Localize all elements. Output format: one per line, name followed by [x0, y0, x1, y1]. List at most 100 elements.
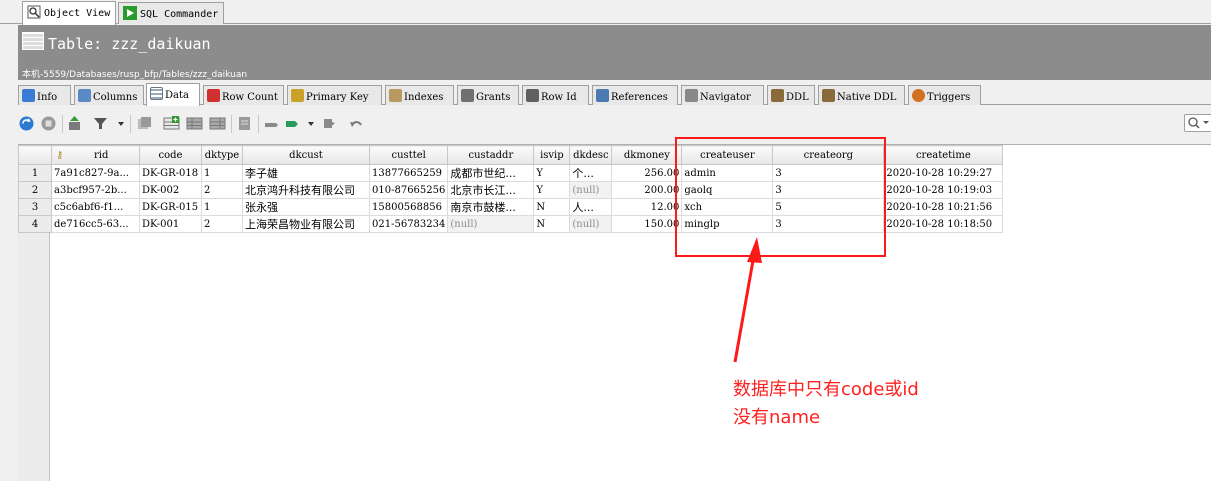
tab-info[interactable]: Info — [18, 85, 71, 105]
cell-isvip[interactable]: Y — [533, 164, 571, 182]
cell-dkdesc[interactable]: 个... — [569, 164, 613, 182]
cell-code[interactable]: DK-002 — [139, 181, 202, 199]
cell-isvip[interactable]: N — [533, 198, 571, 216]
cell-createtime[interactable]: 2020-10-28 10:18:50 — [883, 215, 1004, 233]
cell-custtel[interactable]: 010-87665256 — [368, 181, 449, 199]
corner-header[interactable] — [18, 145, 52, 165]
column-header-code[interactable]: code — [139, 145, 202, 165]
cell-createtime[interactable]: 2020-10-28 10:21:56 — [883, 198, 1004, 216]
cell-dkcust[interactable]: 上海荣昌物业有限公司 — [242, 215, 370, 233]
cell-dktype[interactable]: 2 — [201, 215, 243, 233]
tab-triggers[interactable]: Triggers — [908, 85, 981, 105]
column-header-custaddr[interactable]: custaddr — [447, 145, 535, 165]
table-row[interactable]: 2 a3bcf957-2b... DK-002 2 北京鸿升科技有限公司 010… — [18, 181, 1004, 199]
cell-dkmoney[interactable]: 200.00 — [611, 181, 683, 199]
cell-dkcust[interactable]: 北京鸿升科技有限公司 — [242, 181, 370, 199]
delete-icon[interactable] — [320, 115, 337, 132]
tab-object-view[interactable]: Object View — [22, 1, 117, 25]
column-header-dkdesc[interactable]: dkdesc — [569, 145, 613, 165]
cell-createuser[interactable]: gaolq — [681, 181, 774, 199]
grid-icon[interactable] — [186, 115, 203, 132]
column-header-dkmoney[interactable]: dkmoney — [611, 145, 683, 165]
tab-indexes[interactable]: Indexes — [385, 85, 454, 105]
tab-sql-commander[interactable]: SQL Commander — [118, 2, 225, 24]
cell-createorg[interactable]: 3 — [772, 215, 885, 233]
cell-code[interactable]: DK-GR-015 — [139, 198, 202, 216]
cell-custaddr[interactable]: (null) — [447, 215, 535, 233]
cell-createorg[interactable]: 3 — [772, 164, 885, 182]
pen-icon[interactable] — [263, 115, 280, 132]
chevron-down-icon[interactable] — [307, 115, 315, 132]
cell-custtel[interactable]: 15800568856 — [368, 198, 449, 216]
add-row-icon[interactable] — [163, 115, 180, 132]
tab-native-ddl[interactable]: Native DDL — [818, 85, 905, 105]
cell-createorg[interactable]: 3 — [772, 181, 885, 199]
cell-createuser[interactable]: admin — [681, 164, 774, 182]
cell-rid[interactable]: de716cc5-63... — [51, 215, 140, 233]
cell-dktype[interactable]: 1 — [201, 164, 243, 182]
row-number[interactable]: 4 — [18, 215, 52, 233]
column-header-custtel[interactable]: custtel — [368, 145, 449, 165]
cell-rid[interactable]: 7a91c827-9a... — [51, 164, 140, 182]
cell-dkmoney[interactable]: 12.00 — [611, 198, 683, 216]
cell-custtel[interactable]: 13877665259 — [368, 164, 449, 182]
tab-primary-key[interactable]: Primary Key — [287, 85, 382, 105]
duplicate-row-icon[interactable] — [136, 115, 153, 132]
cell-custaddr[interactable]: 北京市长江... — [447, 181, 535, 199]
cell-dkcust[interactable]: 李子雄 — [242, 164, 370, 182]
cell-dkdesc[interactable]: (null) — [569, 215, 613, 233]
cell-isvip[interactable]: Y — [533, 181, 571, 199]
table-row[interactable]: 1 7a91c827-9a... DK-GR-018 1 李子雄 1387766… — [18, 164, 1004, 182]
cell-createtime[interactable]: 2020-10-28 10:19:03 — [883, 181, 1004, 199]
cell-createorg[interactable]: 5 — [772, 198, 885, 216]
form-view-icon[interactable] — [236, 115, 253, 132]
tab-navigator[interactable]: Navigator — [681, 85, 764, 105]
export-icon[interactable] — [66, 115, 83, 132]
cell-code[interactable]: DK-GR-018 — [139, 164, 202, 182]
cell-createtime[interactable]: 2020-10-28 10:29:27 — [883, 164, 1004, 182]
column-header-createorg[interactable]: createorg — [772, 145, 885, 165]
save-icon[interactable] — [284, 115, 301, 132]
column-header-rid[interactable]: ⚷ rid — [51, 145, 140, 165]
cell-dkcust[interactable]: 张永强 — [242, 198, 370, 216]
column-header-dktype[interactable]: dktype — [201, 145, 243, 165]
cell-createuser[interactable]: minglp — [681, 215, 774, 233]
cell-custaddr[interactable]: 南京市鼓楼... — [447, 198, 535, 216]
cell-rid[interactable]: a3bcf957-2b... — [51, 181, 140, 199]
search-input[interactable] — [1184, 114, 1211, 132]
cell-code[interactable]: DK-001 — [139, 215, 202, 233]
filter-icon[interactable] — [92, 115, 109, 132]
grid-icon[interactable] — [209, 115, 226, 132]
tab-row-id[interactable]: Row Id — [522, 85, 589, 105]
cell-isvip[interactable]: N — [533, 215, 571, 233]
row-number[interactable]: 2 — [18, 181, 52, 199]
cell-custaddr[interactable]: 成都市世纪... — [447, 164, 535, 182]
cell-createuser[interactable]: xch — [681, 198, 774, 216]
table-row[interactable]: 3 c5c6abf6-f1... DK-GR-015 1 张永强 1580056… — [18, 198, 1004, 216]
undo-icon[interactable] — [348, 115, 365, 132]
cell-custtel[interactable]: 021-56783234 — [368, 215, 449, 233]
row-number[interactable]: 1 — [18, 164, 52, 182]
cell-dkdesc[interactable]: (null) — [569, 181, 613, 199]
tab-ddl[interactable]: DDL — [767, 85, 815, 105]
table-row[interactable]: 4 de716cc5-63... DK-001 2 上海荣昌物业有限公司 021… — [18, 215, 1004, 233]
tab-data[interactable]: Data — [146, 83, 200, 106]
tab-columns[interactable]: Columns — [74, 85, 144, 105]
tab-grants[interactable]: Grants — [457, 85, 519, 105]
column-header-createuser[interactable]: createuser — [681, 145, 774, 165]
refresh-icon[interactable] — [18, 115, 35, 132]
cell-dktype[interactable]: 1 — [201, 198, 243, 216]
cell-dkdesc[interactable]: 人... — [569, 198, 613, 216]
tab-references[interactable]: References — [592, 85, 678, 105]
cell-dkmoney[interactable]: 256.00 — [611, 164, 683, 182]
column-header-dkcust[interactable]: dkcust — [242, 145, 370, 165]
row-number[interactable]: 3 — [18, 198, 52, 216]
cell-dktype[interactable]: 2 — [201, 181, 243, 199]
chevron-down-icon[interactable] — [117, 115, 125, 132]
cell-dkmoney[interactable]: 150.00 — [611, 215, 683, 233]
column-header-isvip[interactable]: isvip — [533, 145, 571, 165]
tab-row-count[interactable]: Row Count — [203, 85, 284, 105]
stop-icon[interactable] — [40, 115, 57, 132]
cell-rid[interactable]: c5c6abf6-f1... — [51, 198, 140, 216]
column-header-createtime[interactable]: createtime — [883, 145, 1004, 165]
